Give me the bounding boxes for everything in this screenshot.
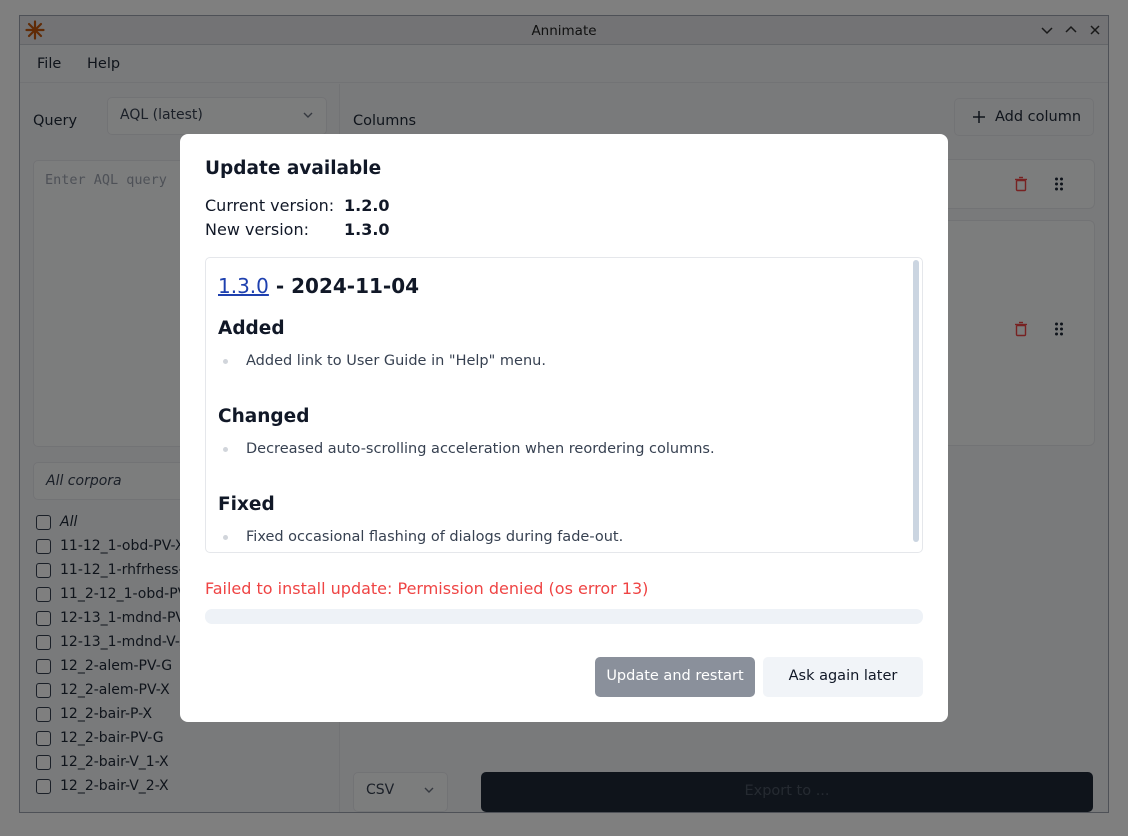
section-heading-fixed: Fixed — [218, 494, 275, 515]
scrollbar-thumb[interactable] — [913, 260, 919, 542]
changelog-item: Decreased auto-scrolling acceleration wh… — [246, 441, 715, 457]
update-and-restart-button[interactable]: Update and restart — [595, 657, 755, 697]
ask-again-later-button[interactable]: Ask again later — [763, 657, 923, 697]
new-version-label: New version: — [205, 220, 309, 239]
current-version-value: 1.2.0 — [344, 196, 390, 215]
current-version-label: Current version: — [205, 196, 335, 215]
bullet — [223, 447, 228, 452]
bullet — [223, 535, 228, 540]
update-dialog: Update available Current version: 1.2.0 … — [180, 134, 948, 722]
release-date: - 2024-11-04 — [268, 274, 420, 298]
new-version-value: 1.3.0 — [344, 220, 390, 239]
error-message: Failed to install update: Permission den… — [205, 579, 649, 598]
changelog-item: Fixed occasional flashing of dialogs dur… — [246, 529, 624, 545]
changelog-item: Added link to User Guide in "Help" menu. — [246, 353, 546, 369]
changelog-heading: 1.3.0 - 2024-11-04 — [218, 274, 419, 298]
dialog-title: Update available — [205, 158, 382, 179]
version-link[interactable]: 1.3.0 — [218, 274, 269, 298]
progress-bar — [205, 609, 923, 624]
bullet — [223, 359, 228, 364]
changelog-panel[interactable]: 1.3.0 - 2024-11-04 Added Added link to U… — [205, 257, 923, 553]
section-heading-changed: Changed — [218, 406, 310, 427]
section-heading-added: Added — [218, 318, 285, 339]
